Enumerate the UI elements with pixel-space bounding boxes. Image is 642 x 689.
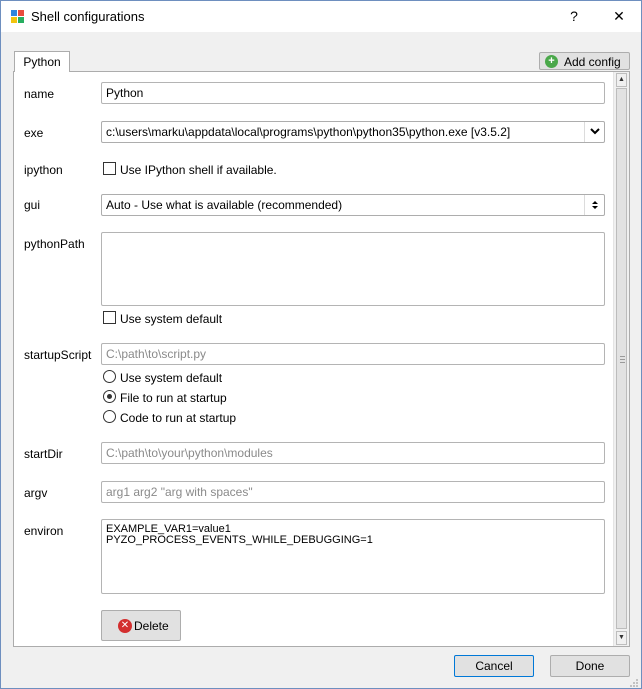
help-button[interactable]: ? (562, 5, 586, 27)
add-icon: + (545, 55, 558, 68)
scroll-down-arrow-icon[interactable]: ▼ (616, 631, 627, 645)
tab-python[interactable]: Python (14, 51, 70, 72)
startupscript-input[interactable]: C:\path\to\script.py (101, 343, 605, 365)
environ-label: environ (24, 524, 64, 538)
startup-radio-file-label: File to run at startup (120, 391, 227, 405)
startup-radio-system-default-label: Use system default (120, 371, 223, 385)
add-config-label: Add config (564, 55, 621, 69)
environ-textarea[interactable]: EXAMPLE_VAR1=value1 PYZO_PROCESS_EVENTS_… (101, 519, 605, 594)
gui-combobox[interactable]: Auto - Use what is available (recommende… (101, 194, 605, 216)
startup-radio-code-label: Code to run at startup (120, 411, 237, 425)
argv-input[interactable]: arg1 arg2 "arg with spaces" (101, 481, 605, 503)
exe-combobox[interactable]: c:\users\marku\appdata\local\programs\py… (101, 121, 605, 143)
resize-grip-icon[interactable] (629, 678, 639, 688)
ipython-label: ipython (24, 163, 63, 177)
window-title: Shell configurations (31, 9, 145, 24)
done-button[interactable]: Done (550, 655, 630, 677)
add-config-button[interactable]: + Add config (539, 52, 630, 70)
pythonpath-textarea[interactable] (101, 232, 605, 306)
dialog-window: Shell configurations ? ✕ Python + Add co… (0, 0, 642, 689)
spin-updown-icon[interactable] (584, 195, 604, 215)
startup-radio-code[interactable] (103, 410, 116, 423)
pythonpath-system-default-label: Use system default (120, 312, 223, 326)
ipython-checkbox-label: Use IPython shell if available. (120, 163, 277, 177)
ipython-checkbox[interactable] (103, 162, 116, 175)
vertical-scrollbar[interactable]: ▲ ▼ (613, 72, 629, 646)
startupscript-label: startupScript (24, 348, 92, 362)
gui-label: gui (24, 198, 41, 212)
scrollbar-thumb[interactable] (616, 88, 627, 629)
chevron-down-icon[interactable] (584, 122, 604, 142)
delete-icon: ✕ (118, 619, 132, 633)
pythonpath-system-default-checkbox[interactable] (103, 311, 116, 324)
title-bar: Shell configurations ? ✕ (1, 1, 641, 32)
scroll-up-arrow-icon[interactable]: ▲ (616, 73, 627, 87)
exe-label: exe (24, 126, 44, 140)
cancel-button[interactable]: Cancel (454, 655, 534, 677)
name-input[interactable]: Python (101, 82, 605, 104)
pythonpath-label: pythonPath (24, 237, 85, 251)
startdir-label: startDir (24, 447, 63, 461)
startup-radio-file[interactable] (103, 390, 116, 403)
gui-value: Auto - Use what is available (recommende… (106, 198, 343, 212)
exe-value: c:\users\marku\appdata\local\programs\py… (106, 125, 511, 139)
close-button[interactable]: ✕ (607, 5, 631, 27)
startdir-input[interactable]: C:\path\to\your\python\modules (101, 442, 605, 464)
startup-radio-system-default[interactable] (103, 370, 116, 383)
delete-button[interactable]: ✕ Delete (101, 610, 181, 641)
name-label: name (24, 87, 55, 101)
delete-label: Delete (134, 619, 169, 633)
app-logo-icon (11, 10, 25, 24)
argv-label: argv (24, 486, 48, 500)
